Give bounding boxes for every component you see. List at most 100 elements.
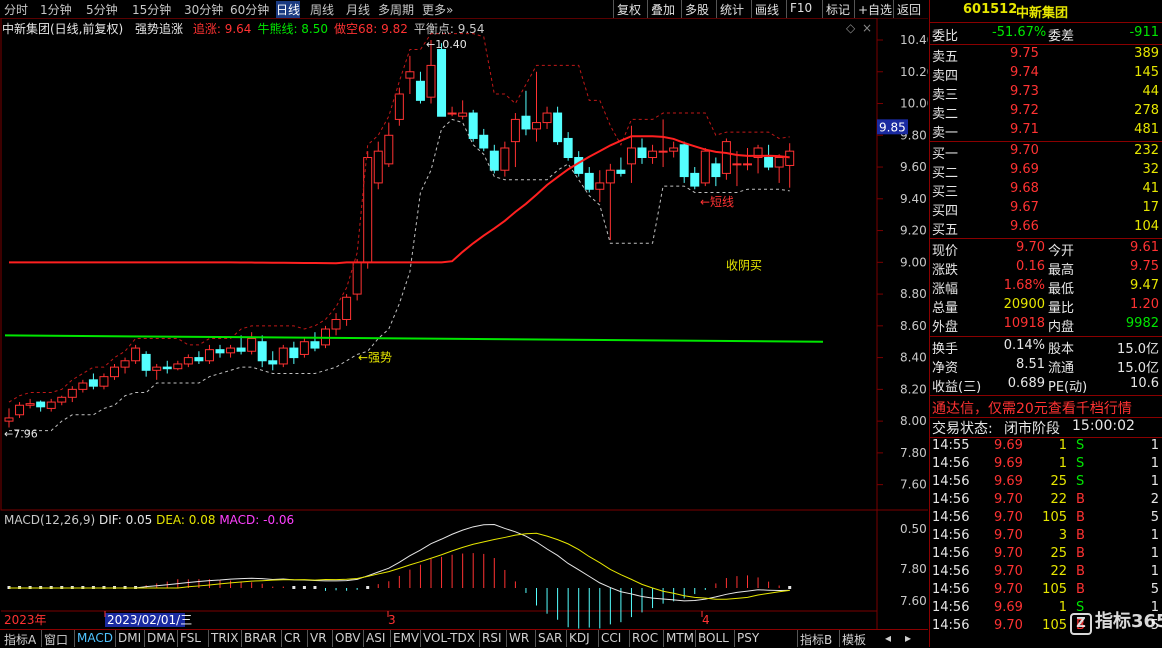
lower-band (9, 118, 790, 432)
period-tab[interactable]: 30分钟 (184, 1, 223, 18)
indicator-tab[interactable]: EMV (393, 631, 419, 645)
indicator-tab[interactable]: PSY (737, 631, 759, 645)
stat-row: 现价 9.70 今开 9.61 (930, 240, 1162, 259)
bid-row: 买一 9.70 232 (930, 143, 1162, 162)
toolbar-button[interactable]: 统计 (720, 1, 744, 18)
ad-banner[interactable]: 通达信，仅需20元查看千档行情 (932, 398, 1132, 418)
scroll-left-arrow[interactable]: ◂ (885, 631, 891, 645)
indicator-tab[interactable]: CCI (601, 631, 621, 645)
toolbar-separator (822, 0, 823, 18)
toolbar-button[interactable]: 叠加 (651, 1, 675, 18)
candle (626, 147, 636, 165)
ask-label: 卖二 (932, 107, 959, 122)
period-tab[interactable]: 15分钟 (132, 1, 171, 18)
indicator-tab[interactable]: ROC (632, 631, 658, 645)
indicator-tab[interactable]: BOLL (698, 631, 729, 645)
tick-volume: 22 (1050, 492, 1067, 507)
bid-label: 买三 (932, 185, 959, 200)
bid-price[interactable]: 9.69 (1010, 162, 1039, 177)
toolbar-button[interactable]: +自选 (858, 1, 892, 18)
tab-separator (420, 630, 421, 647)
bid-price[interactable]: 9.67 (1010, 200, 1039, 215)
period-tab[interactable]: 60分钟 (230, 1, 269, 18)
indicator-tab[interactable]: RSI (482, 631, 502, 645)
stat-label: PE(动) (1048, 380, 1088, 395)
indicator-tab[interactable]: BRAR (244, 631, 277, 645)
tick-volume: 1 (1058, 600, 1067, 615)
stat-value: 9.70 (1016, 240, 1045, 255)
settings-icon[interactable]: ◇ (846, 21, 856, 35)
indicator-tab[interactable]: MTM (666, 631, 694, 645)
high-label: ←10.40 (426, 38, 467, 51)
candle (141, 353, 151, 371)
period-tab[interactable]: 月线 (346, 1, 370, 18)
toolbar-button[interactable]: 返回 (897, 1, 921, 18)
period-tab[interactable]: 日线 (276, 1, 301, 18)
tick-time: 14:56 (932, 564, 970, 579)
indicator-tab[interactable]: SAR (538, 631, 562, 645)
close-icon[interactable]: × (862, 21, 872, 35)
indicator-tab[interactable]: MACD (77, 631, 113, 645)
indicator-tab[interactable]: 窗口 (44, 631, 68, 648)
tick-row: 14:56 9.70 22 B 1 (930, 564, 1162, 582)
indicator-tab[interactable]: TRIX (211, 631, 238, 645)
tick-side: B (1076, 546, 1085, 561)
ask-price[interactable]: 9.74 (1010, 65, 1039, 80)
bid-price[interactable]: 9.66 (1010, 219, 1039, 234)
tick-count: 2 (1150, 492, 1159, 507)
stat-label: 净资 (932, 361, 959, 376)
tick-side: B (1076, 492, 1085, 507)
bid-price[interactable]: 9.70 (1010, 143, 1039, 158)
candle (394, 93, 404, 120)
indicator-tab[interactable]: VR (310, 631, 327, 645)
indicator-tab[interactable]: VOL-TDX (423, 631, 475, 645)
macd-dot (292, 586, 296, 589)
indicator-tab[interactable]: ASI (366, 631, 385, 645)
ask-price[interactable]: 9.73 (1010, 84, 1039, 99)
tick-time: 14:56 (932, 600, 970, 615)
tick-side: B (1076, 510, 1085, 525)
indicator-tab[interactable]: WR (509, 631, 529, 645)
indicator-tab[interactable]: CR (284, 631, 301, 645)
ask-price[interactable]: 9.75 (1010, 46, 1039, 61)
stat-label: 内盘 (1048, 320, 1075, 335)
tick-row: 14:56 9.70 3 B 1 (930, 528, 1162, 546)
indicator-tab[interactable]: DMI (118, 631, 141, 645)
toolbar-button[interactable]: 复权 (617, 1, 641, 18)
period-tab[interactable]: 1分钟 (40, 1, 72, 18)
period-tab[interactable]: 更多» (422, 1, 453, 18)
scroll-right-arrow[interactable]: ▸ (905, 631, 911, 645)
tick-price: 9.69 (994, 600, 1023, 615)
price-chart[interactable]: 10.4010.2010.009.809.609.409.209.008.808… (0, 18, 928, 629)
indicator-tab[interactable]: FSL (180, 631, 201, 645)
stat-row: 总量 20900 量比 1.20 (930, 297, 1162, 316)
candle (521, 115, 531, 130)
indicator-tab[interactable]: 指标A (4, 631, 36, 648)
tick-row: 14:56 9.70 105 B 5 (930, 582, 1162, 600)
indicator-name[interactable]: 强势追涨 (135, 22, 183, 36)
toolbar-button[interactable]: F10 (790, 1, 812, 15)
tab-separator (363, 630, 364, 647)
candle (110, 366, 119, 378)
indicator-tab[interactable]: KDJ (569, 631, 590, 645)
bid-volume: 41 (1142, 181, 1159, 196)
toolbar-button[interactable]: 多股 (685, 1, 709, 18)
indicator-tab[interactable]: DMA (147, 631, 175, 645)
indicator-tab[interactable]: OBV (335, 631, 361, 645)
period-tab[interactable]: 多周期 (378, 1, 414, 18)
period-tab[interactable]: 分时 (4, 1, 28, 18)
bid-row: 买二 9.69 32 (930, 162, 1162, 181)
period-tab[interactable]: 周线 (310, 1, 334, 18)
ask-price[interactable]: 9.71 (1010, 122, 1039, 137)
bid-price[interactable]: 9.68 (1010, 181, 1039, 196)
indicator-tab[interactable]: 模板 (842, 631, 866, 648)
toolbar-button[interactable]: 标记 (826, 1, 850, 18)
toolbar-button[interactable]: 画线 (755, 1, 779, 18)
candle (236, 347, 246, 352)
ask-price[interactable]: 9.72 (1010, 103, 1039, 118)
ask-volume: 145 (1134, 65, 1159, 80)
indicator-tab[interactable]: 指标B (800, 631, 832, 648)
bull-bear-line (4, 334, 824, 343)
candle (648, 150, 658, 159)
period-tab[interactable]: 5分钟 (86, 1, 118, 18)
